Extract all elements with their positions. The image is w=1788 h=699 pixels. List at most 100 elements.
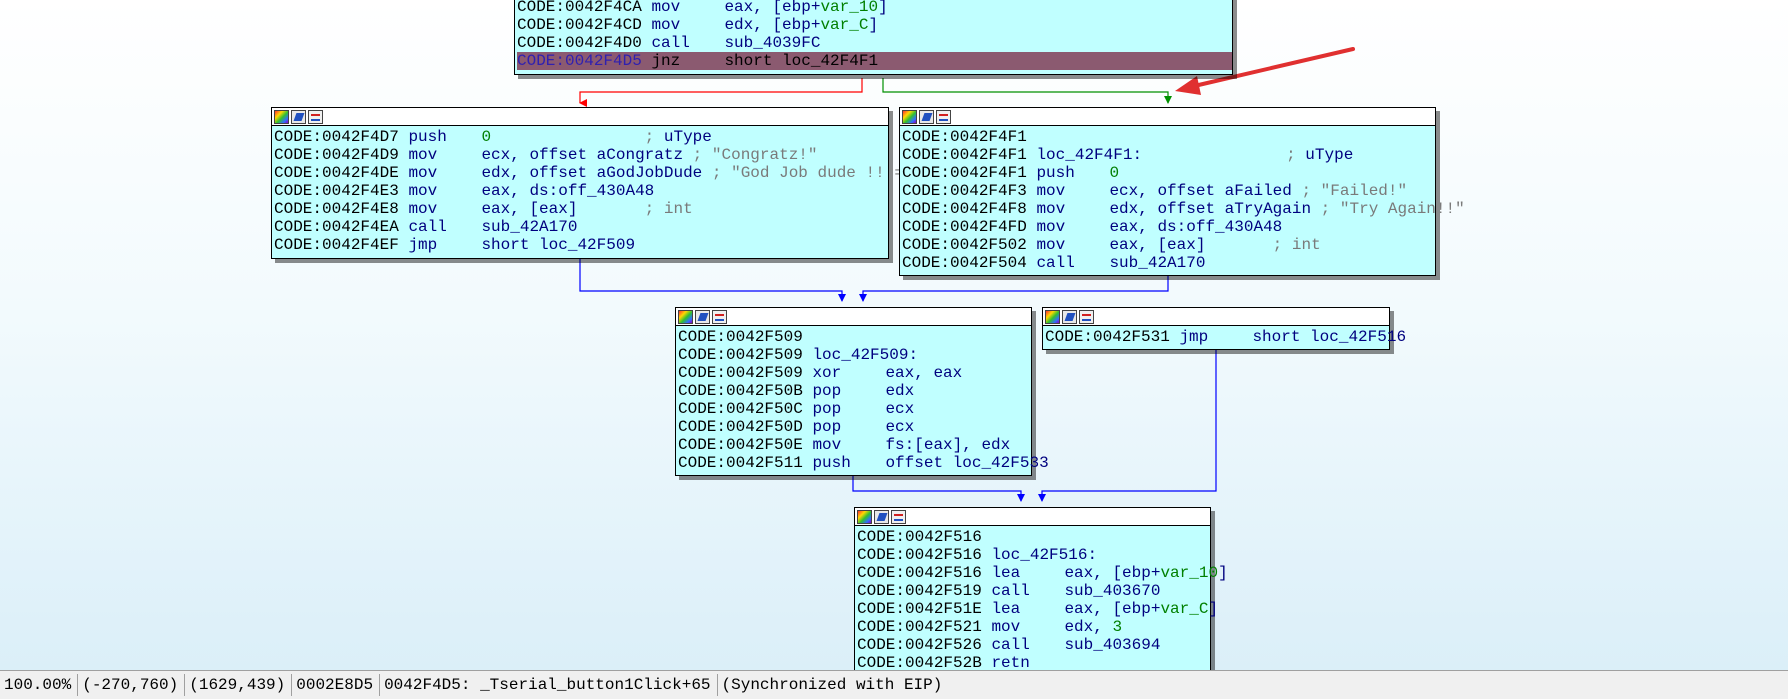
code-line[interactable]: CODE:0042F531 jmp short loc_42F516 (1045, 328, 1406, 346)
code-line[interactable]: CODE:0042F509 xor eax, eax (678, 364, 1031, 382)
code-line[interactable]: CODE:0042F526 call sub_403694 (857, 636, 1210, 654)
code-line[interactable]: CODE:0042F4E3 mov eax, ds:off_430A48 (274, 182, 888, 200)
status-zoom: 100.00% (0, 674, 79, 696)
edge-merge-bottom (852, 476, 1025, 502)
code-line[interactable]: CODE:0042F4CD mov edx, [ebp+var_C] (517, 16, 1232, 34)
code-line[interactable]: CODE:0042F4F8 mov edx, offset aTryAgain ;… (902, 200, 1465, 218)
color-icon[interactable] (678, 309, 693, 324)
code-line[interactable]: CODE:0042F504 call sub_42A170 (902, 254, 1435, 272)
code-line[interactable]: CODE:0042F4D7 push 0 ; uType (274, 128, 888, 146)
node-jmp-block[interactable]: CODE:0042F531 jmp short loc_42F516 (1042, 307, 1406, 350)
code-line[interactable]: CODE:0042F4F3 mov ecx, offset aFailed ; "… (902, 182, 1435, 200)
code-line[interactable]: CODE:0042F511 push offset loc_42F533 (678, 454, 1049, 472)
code-mnemonic: jnz (651, 52, 681, 70)
code-mnemonic: mov (1036, 200, 1066, 218)
code-line[interactable]: CODE:0042F50D pop ecx (678, 418, 1031, 436)
code-operand: eax, [ebp+ (724, 0, 821, 16)
code-operand: sub_403694 (1064, 636, 1161, 654)
code-mnemonic: pop (812, 400, 842, 418)
code-line[interactable]: CODE:0042F51E lea eax, [ebp+var_C] (857, 600, 1218, 618)
graph-icon[interactable] (712, 309, 727, 324)
code-address: CODE:0042F4DE (274, 164, 399, 182)
code-operand: short loc_42F509 (481, 236, 636, 254)
code-line[interactable]: CODE:0042F4D5 jnz short loc_42F4F1 (517, 52, 1232, 70)
graph-view[interactable]: CODE:0042F4CA mov eax, [ebp+var_10] CODE:0… (0, 0, 1788, 682)
node-lines: CODE:0042F516 CODE:0042F516 loc_42F516: C… (855, 526, 1228, 672)
code-line[interactable]: CODE:0042F521 mov edx, 3 (857, 618, 1210, 636)
rename-icon[interactable] (919, 109, 934, 124)
code-line[interactable]: CODE:0042F509 (678, 328, 1031, 346)
code-operand: 3 (1112, 618, 1123, 636)
code-operand: ecx, offset aCongratz (481, 146, 684, 164)
rename-icon[interactable] (874, 509, 889, 524)
code-line[interactable]: CODE:0042F4D0 call sub_4039FC (517, 34, 1232, 52)
graph-icon[interactable] (891, 509, 906, 524)
code-address: CODE:0042F516 (857, 546, 982, 564)
code-line[interactable]: CODE:0042F50E mov fs:[eax], edx (678, 436, 1031, 454)
code-operand: eax, [ebp+ (1064, 600, 1161, 618)
node-congrats-block[interactable]: CODE:0042F4D7 push 0 ; uType CODE:0042F4D9… (271, 107, 923, 259)
graph-icon[interactable] (308, 109, 323, 124)
code-address: CODE:0042F4D5 (517, 52, 642, 70)
code-address: CODE:0042F511 (678, 454, 803, 472)
code-operand: ] (878, 0, 888, 16)
code-line[interactable]: CODE:0042F4CA mov eax, [ebp+var_10] (517, 0, 1232, 16)
code-line[interactable]: CODE:0042F4F1 push 0 (902, 164, 1435, 182)
code-mnemonic: call (991, 582, 1030, 600)
code-operand: ecx (885, 418, 915, 436)
code-mnemonic: call (651, 34, 690, 52)
code-operand: sub_403670 (1064, 582, 1161, 600)
code-operand: ; "God Job dude !! =)" (702, 164, 924, 182)
code-line[interactable]: CODE:0042F4EF jmp short loc_42F509 (274, 236, 888, 254)
rename-icon[interactable] (1062, 309, 1077, 324)
node-failed-block[interactable]: CODE:0042F4F1 CODE:0042F4F1 loc_42F4F1: … (899, 107, 1465, 276)
code-operand: loc_42F4F1: (1036, 146, 1143, 164)
code-line[interactable]: CODE:0042F4F1 (902, 128, 1435, 146)
edge-congrats-merge (579, 259, 846, 302)
code-line[interactable]: CODE:0042F516 lea eax, [ebp+var_10] (857, 564, 1228, 582)
status-location: 0042F4D5: _Tserial_button1Click+65 (380, 674, 718, 696)
code-line[interactable]: CODE:0042F50C pop ecx (678, 400, 1031, 418)
graph-icon[interactable] (1079, 309, 1094, 324)
code-line[interactable]: CODE:0042F516 loc_42F516: (857, 546, 1210, 564)
annotation-arrow-head (1175, 76, 1201, 95)
code-line[interactable]: CODE:0042F50B pop edx (678, 382, 1031, 400)
code-line[interactable]: CODE:0042F4FD mov eax, ds:off_430A48 (902, 218, 1435, 236)
code-address: CODE:0042F50E (678, 436, 803, 454)
color-icon[interactable] (274, 109, 289, 124)
code-line[interactable]: CODE:0042F502 mov eax, [eax] ; int (902, 236, 1435, 254)
node-merge-block[interactable]: CODE:0042F509 CODE:0042F509 loc_42F509: C… (675, 307, 1049, 476)
code-address: CODE:0042F4F1 (902, 146, 1027, 164)
code-address: CODE:0042F4F3 (902, 182, 1027, 200)
code-line[interactable]: CODE:0042F4EA call sub_42A170 (274, 218, 888, 236)
color-icon[interactable] (857, 509, 872, 524)
code-mnemonic: pop (812, 418, 842, 436)
graph-icon[interactable] (936, 109, 951, 124)
code-operand: var_10 (820, 0, 879, 16)
code-operand: ; "Failed!" (1291, 182, 1408, 200)
code-operand: short loc_42F4F1 (724, 52, 879, 70)
code-line[interactable]: CODE:0042F4D9 mov ecx, offset aCongratz ;… (274, 146, 888, 164)
code-mnemonic: xor (812, 364, 842, 382)
color-icon[interactable] (902, 109, 917, 124)
code-address: CODE:0042F4D9 (274, 146, 399, 164)
code-address: CODE:0042F504 (902, 254, 1027, 272)
code-line[interactable]: CODE:0042F519 call sub_403670 (857, 582, 1210, 600)
code-mnemonic: mov (991, 618, 1021, 636)
node-bottom-block[interactable]: CODE:0042F516 CODE:0042F516 loc_42F516: C… (854, 507, 1228, 682)
code-line[interactable]: CODE:0042F516 (857, 528, 1210, 546)
code-line[interactable]: CODE:0042F509 loc_42F509: (678, 346, 1031, 364)
code-line[interactable]: CODE:0042F4DE mov edx, offset aGodJobDude… (274, 164, 923, 182)
code-mnemonic: call (1036, 254, 1075, 272)
code-operand: ] (1208, 600, 1219, 618)
code-line[interactable]: CODE:0042F4F1 loc_42F4F1: ; uType (902, 146, 1435, 164)
code-mnemonic: jmp (408, 236, 438, 254)
code-operand: sub_42A170 (481, 218, 578, 236)
node-top-block[interactable]: CODE:0042F4CA mov eax, [ebp+var_10] CODE:0… (514, 0, 1233, 75)
edge-false (579, 78, 863, 107)
code-line[interactable]: CODE:0042F4E8 mov eax, [eax] ; int (274, 200, 888, 218)
color-icon[interactable] (1045, 309, 1060, 324)
edge-failed-merge (859, 276, 1169, 302)
rename-icon[interactable] (695, 309, 710, 324)
rename-icon[interactable] (291, 109, 306, 124)
